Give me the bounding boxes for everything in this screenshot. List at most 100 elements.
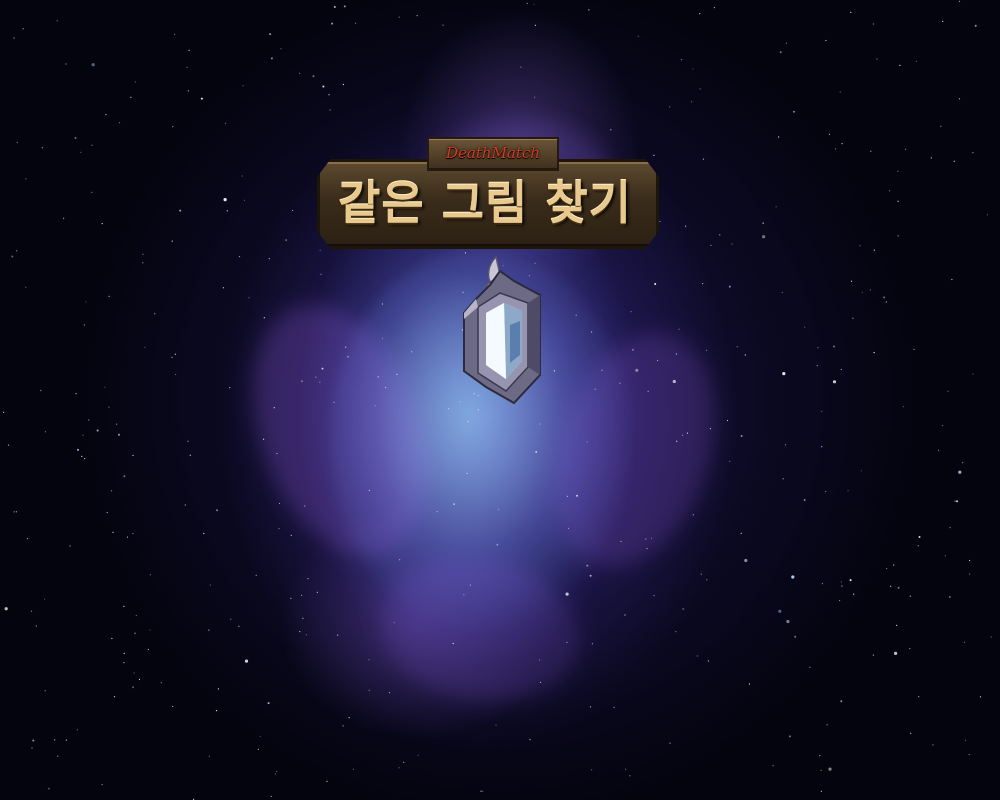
star — [299, 631, 301, 633]
star — [44, 690, 46, 692]
star — [841, 143, 843, 145]
star — [883, 296, 886, 299]
star — [637, 35, 639, 37]
star — [938, 449, 940, 451]
star — [781, 291, 783, 294]
star — [669, 106, 671, 108]
star — [793, 110, 795, 113]
star — [897, 235, 899, 237]
star — [860, 470, 862, 472]
star — [772, 765, 774, 767]
star — [809, 666, 811, 668]
star — [381, 303, 383, 305]
star — [135, 614, 137, 617]
star — [305, 634, 307, 636]
star — [174, 33, 176, 35]
star — [654, 283, 657, 285]
star — [307, 578, 309, 580]
star — [208, 629, 210, 631]
star — [726, 419, 729, 422]
star — [40, 389, 42, 392]
star — [108, 406, 110, 408]
star — [11, 255, 14, 258]
star — [82, 434, 84, 436]
star — [897, 200, 899, 202]
star — [229, 387, 231, 389]
star — [624, 614, 626, 616]
star — [469, 584, 471, 586]
star — [398, 767, 400, 769]
star — [828, 133, 831, 135]
star — [794, 635, 797, 638]
star — [329, 109, 331, 111]
star — [949, 527, 951, 529]
star — [804, 326, 806, 328]
star — [803, 499, 806, 501]
star — [352, 768, 354, 770]
star — [85, 301, 87, 303]
star — [678, 328, 680, 330]
star — [713, 7, 716, 9]
star — [417, 754, 419, 756]
star — [825, 490, 827, 493]
star — [368, 689, 370, 691]
star — [876, 58, 878, 60]
star — [589, 574, 592, 577]
star — [816, 365, 818, 367]
star — [709, 428, 712, 430]
star — [467, 420, 469, 422]
star — [244, 659, 249, 663]
star — [791, 575, 795, 579]
star — [495, 724, 497, 726]
star — [696, 655, 698, 657]
star — [963, 641, 966, 643]
star — [226, 210, 228, 212]
star — [292, 209, 294, 212]
star — [132, 532, 134, 535]
star — [230, 618, 232, 620]
star — [320, 273, 322, 275]
star — [840, 700, 843, 703]
star — [762, 235, 766, 239]
star — [840, 368, 842, 371]
star — [453, 503, 455, 506]
star — [859, 245, 861, 247]
star — [149, 574, 151, 576]
star — [913, 348, 915, 350]
star — [259, 735, 261, 738]
star — [748, 683, 751, 685]
star — [539, 681, 542, 684]
star — [154, 313, 156, 315]
star — [853, 593, 855, 595]
star — [775, 206, 777, 208]
star — [132, 454, 134, 457]
star — [820, 790, 823, 792]
star — [189, 454, 191, 456]
star — [591, 331, 593, 333]
star — [969, 559, 971, 562]
star — [111, 490, 113, 492]
star — [972, 373, 974, 375]
star — [699, 88, 701, 90]
star — [886, 568, 888, 570]
star — [263, 317, 265, 319]
star — [175, 373, 177, 376]
star — [909, 595, 911, 597]
star — [224, 122, 227, 124]
star — [918, 696, 920, 698]
star — [174, 353, 176, 355]
star — [821, 583, 824, 585]
star — [348, 717, 350, 719]
star — [832, 380, 837, 384]
star — [331, 22, 334, 25]
star — [676, 440, 678, 442]
star — [25, 286, 27, 288]
star — [342, 83, 344, 86]
star — [535, 450, 538, 453]
star — [685, 225, 687, 227]
star — [77, 448, 79, 451]
star — [238, 625, 240, 627]
star — [144, 346, 146, 348]
star — [719, 234, 721, 236]
star — [13, 511, 15, 513]
